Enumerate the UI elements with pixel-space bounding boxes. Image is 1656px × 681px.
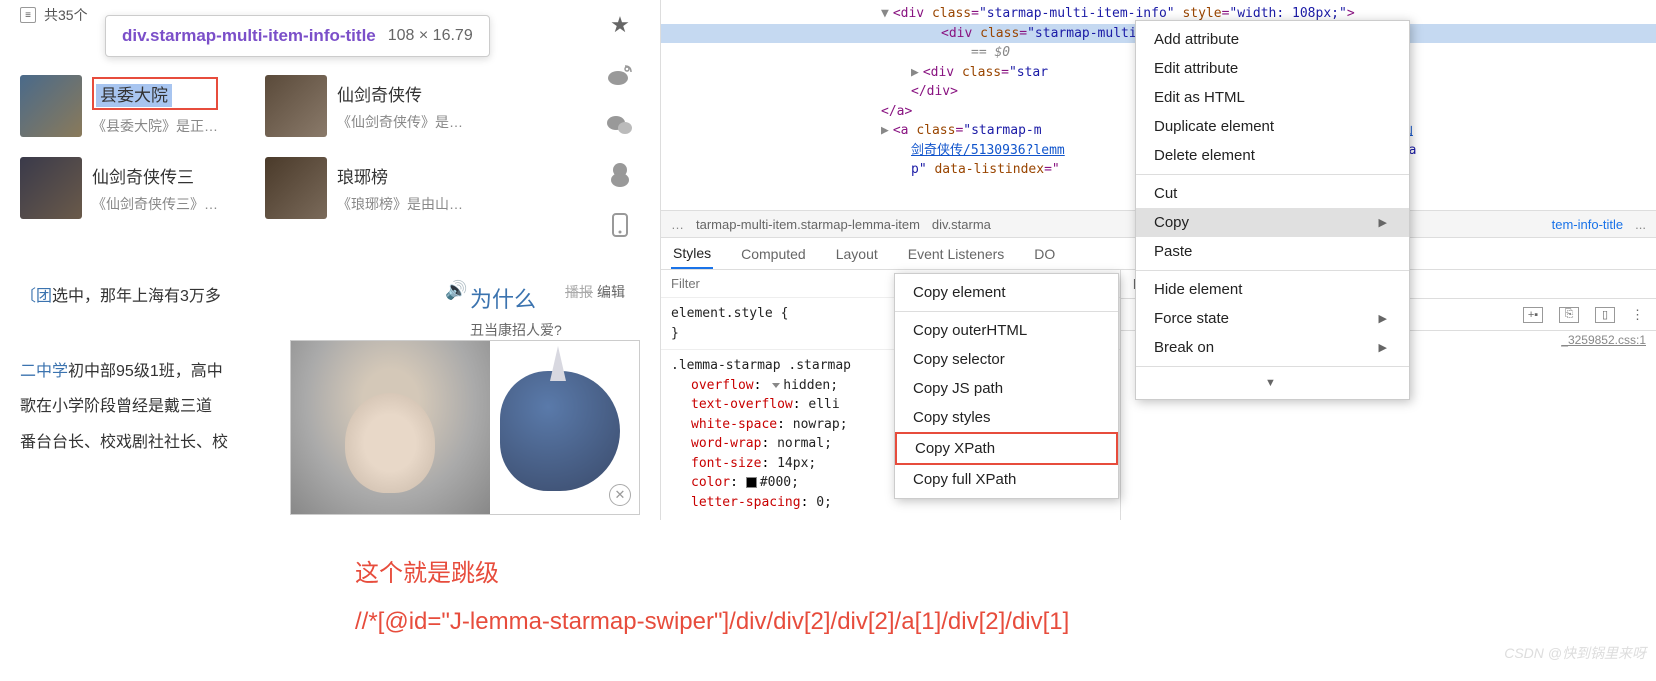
chevron-right-icon: ▶ [1379,341,1387,354]
starmap-item[interactable]: 仙剑奇侠传 《仙剑奇侠传》是… [265,75,490,137]
star-icon[interactable]: ★ [605,10,635,40]
element-inspector-tooltip: div.starmap-multi-item-info-title 108 × … [105,15,490,57]
article-link[interactable]: 二中学 [20,363,68,380]
element-context-menu: Add attribute Edit attribute Edit as HTM… [1135,20,1410,400]
close-icon[interactable]: ✕ [609,484,631,506]
item-title: 琅琊榜 [337,163,463,188]
more-icon[interactable]: ⋮ [1631,307,1644,323]
doc-icon: ≡ [20,7,36,23]
tooltip-dimensions: 108 × 16.79 [388,27,473,45]
item-thumbnail [265,75,327,137]
menu-add-attribute[interactable]: Add attribute [1136,25,1409,54]
menu-expand-icon[interactable]: ▼ [1136,371,1409,395]
item-description: 《琅琊榜》是由山… [337,194,463,214]
copy-submenu: Copy element Copy outerHTML Copy selecto… [894,273,1119,499]
new-style-icon[interactable]: +▪ [1523,307,1543,323]
menu-edit-attribute[interactable]: Edit attribute [1136,54,1409,83]
social-sidebar: ★ [595,0,645,240]
menu-copy-full-xpath[interactable]: Copy full XPath [895,465,1118,494]
watermark: CSDN @快到锅里来呀 [1504,643,1646,663]
menu-copy-xpath[interactable]: Copy XPath [895,432,1118,465]
breadcrumb-item[interactable]: div.starma [932,217,991,232]
tab-computed[interactable]: Computed [739,240,808,268]
panel-icon[interactable]: ▯ [1595,307,1615,323]
starmap-items-grid: 县委大院 《县委大院》是正… 仙剑奇侠传 《仙剑奇侠传》是… 仙剑奇侠传三 《仙… [20,75,640,219]
tab-event-listeners[interactable]: Event Listeners [906,240,1007,268]
edit-label[interactable]: 播报编辑 [565,282,625,302]
menu-break-on[interactable]: Break on▶ [1136,333,1409,362]
breadcrumb-ellipsis[interactable]: … [671,217,684,232]
item-title: 县委大院 [96,84,172,107]
chevron-right-icon: ▶ [1379,312,1387,325]
tooltip-selector: div.starmap-multi-item-info-title [122,26,376,46]
mobile-icon[interactable] [605,210,635,240]
qq-icon[interactable] [605,160,635,190]
tab-dom[interactable]: DO [1032,240,1057,268]
menu-hide[interactable]: Hide element [1136,275,1409,304]
content-image: ✕ [290,340,640,515]
weibo-icon[interactable] [605,60,635,90]
menu-copy-element[interactable]: Copy element [895,278,1118,307]
menu-duplicate[interactable]: Duplicate element [1136,112,1409,141]
menu-delete[interactable]: Delete element [1136,141,1409,170]
item-thumbnail [265,157,327,219]
annotation-text: 这个就是跳级 //*[@id="J-lemma-starmap-swiper"]… [355,550,1069,646]
breadcrumb-item-active[interactable]: tem-info-title [1552,217,1624,232]
why-title[interactable]: 为什么 [470,282,562,314]
breadcrumb-item[interactable]: tarmap-multi-item.starmap-lemma-item [696,217,920,232]
menu-copy-styles[interactable]: Copy styles [895,403,1118,432]
baby-photo [291,341,490,514]
tab-layout[interactable]: Layout [834,240,880,268]
tab-styles[interactable]: Styles [671,239,713,269]
menu-copy-selector[interactable]: Copy selector [895,345,1118,374]
starmap-item[interactable]: 仙剑奇侠传三 《仙剑奇侠传三》… [20,157,245,219]
why-subtitle: 丑当康招人爱? [470,320,562,340]
menu-force-state[interactable]: Force state▶ [1136,304,1409,333]
starmap-item[interactable]: 琅琊榜 《琅琊榜》是由山… [265,157,490,219]
menu-paste[interactable]: Paste [1136,237,1409,266]
menu-copy-outerhtml[interactable]: Copy outerHTML [895,316,1118,345]
starmap-item[interactable]: 县委大院 《县委大院》是正… [20,75,245,137]
toggle-classes-icon[interactable]: ⎘ [1559,307,1579,323]
wechat-icon[interactable] [605,110,635,140]
count-text: 共35个 [44,5,88,25]
item-description: 《县委大院》是正… [92,116,218,136]
item-thumbnail [20,75,82,137]
menu-edit-html[interactable]: Edit as HTML [1136,83,1409,112]
menu-cut[interactable]: Cut [1136,179,1409,208]
item-description: 《仙剑奇侠传》是… [337,112,463,132]
article-link[interactable]: 〔团 [20,288,52,305]
why-section: 为什么 丑当康招人爱? [470,282,562,340]
item-title: 仙剑奇侠传 [337,81,463,106]
item-title: 仙剑奇侠传三 [92,163,218,188]
sound-icon[interactable]: 🔊 [445,280,467,301]
breadcrumb-ellipsis[interactable]: ... [1635,217,1646,232]
item-description: 《仙剑奇侠传三》… [92,194,218,214]
chevron-right-icon: ▶ [1379,216,1387,229]
menu-copy[interactable]: Copy▶ [1136,208,1409,237]
item-thumbnail [20,157,82,219]
menu-copy-jspath[interactable]: Copy JS path [895,374,1118,403]
